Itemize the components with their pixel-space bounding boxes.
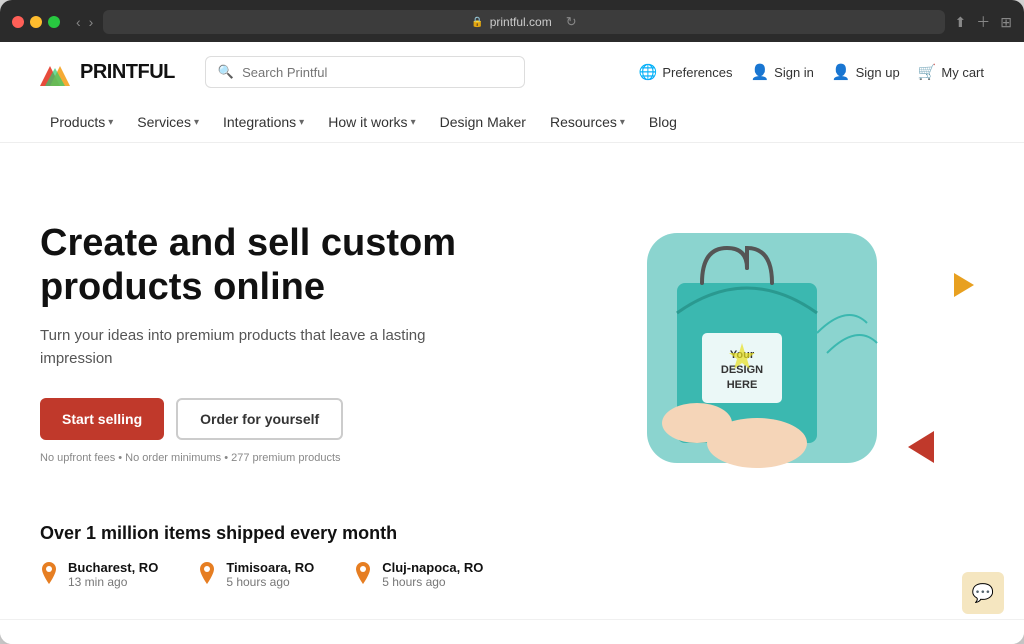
triangle-right-deco xyxy=(934,273,974,357)
cluj-city: Cluj-napoca, RO xyxy=(382,560,483,575)
nav-services-label: Services xyxy=(137,114,191,130)
nav-item-design-maker[interactable]: Design Maker xyxy=(430,102,536,142)
integrations-chevron-icon: ▾ xyxy=(299,117,304,128)
location-bucharest-info: Bucharest, RO 13 min ago xyxy=(68,560,158,589)
nav-howitworks-label: How it works xyxy=(328,114,407,130)
location-timisoara: Timisoara, RO 5 hours ago xyxy=(198,560,314,589)
shipping-section: Over 1 million items shipped every month… xyxy=(0,523,1024,619)
signup-label: Sign up xyxy=(856,65,900,80)
extensions-button[interactable]: ⊞ xyxy=(1000,14,1012,31)
nav-resources-label: Resources xyxy=(550,114,617,130)
start-selling-button[interactable]: Start selling xyxy=(40,398,164,440)
services-chevron-icon: ▾ xyxy=(194,117,199,128)
nav-products-label: Products xyxy=(50,114,105,130)
url-text: printful.com xyxy=(490,15,552,29)
location-cluj-info: Cluj-napoca, RO 5 hours ago xyxy=(382,560,483,589)
products-chevron-icon: ▾ xyxy=(108,117,113,128)
search-icon: 🔍 xyxy=(218,64,234,80)
order-yourself-button[interactable]: Order for yourself xyxy=(176,398,343,440)
cart-link[interactable]: 🛒 My cart xyxy=(918,63,984,81)
bottom-section: How you can fulfill your ideas with Prin… xyxy=(0,619,1024,644)
lock-icon: 🔒 xyxy=(471,17,483,28)
triangle-left-deco xyxy=(908,431,934,463)
nav-item-products[interactable]: Products ▾ xyxy=(40,102,123,142)
cluj-time: 5 hours ago xyxy=(382,575,483,589)
chat-button[interactable]: 💬 xyxy=(962,572,1004,614)
signin-link[interactable]: 👤 Sign in xyxy=(750,63,813,81)
logo-link[interactable]: PRINTFUL xyxy=(40,58,175,86)
bucharest-time: 13 min ago xyxy=(68,575,158,589)
resources-chevron-icon: ▾ xyxy=(620,117,625,128)
close-button[interactable] xyxy=(12,16,24,28)
signup-link[interactable]: 👤 Sign up xyxy=(832,63,900,81)
minimize-button[interactable] xyxy=(30,16,42,28)
header-actions: 🌐 Preferences 👤 Sign in 👤 Sign up 🛒 My c… xyxy=(639,63,984,81)
forward-button[interactable]: › xyxy=(89,14,94,30)
browser-chrome: ‹ › 🔒 printful.com ↻ ⬆ ＋ ⊞ xyxy=(0,0,1024,42)
howitworks-chevron-icon: ▾ xyxy=(411,117,416,128)
signin-label: Sign in xyxy=(774,65,814,80)
logo-text: PRINTFUL xyxy=(80,61,175,84)
page-content: PRINTFUL 🔍 🌐 Preferences 👤 Sign in xyxy=(0,42,1024,644)
nav-designmaker-label: Design Maker xyxy=(440,114,526,130)
preferences-link[interactable]: 🌐 Preferences xyxy=(639,63,733,81)
refresh-icon[interactable]: ↻ xyxy=(566,14,577,30)
hero-title: Create and sell custom products online xyxy=(40,222,460,309)
nav-item-services[interactable]: Services ▾ xyxy=(127,102,209,142)
cart-label: My cart xyxy=(941,65,984,80)
cart-icon: 🛒 xyxy=(918,63,937,81)
pin-icon-timisoara xyxy=(198,562,216,584)
user-plus-icon: 👤 xyxy=(832,63,851,81)
svg-text:DESIGN: DESIGN xyxy=(721,364,763,376)
globe-icon: 🌐 xyxy=(639,63,658,81)
search-bar[interactable]: 🔍 xyxy=(205,56,525,88)
pin-icon-cluj xyxy=(354,562,372,584)
nav-item-how-it-works[interactable]: How it works ▾ xyxy=(318,102,425,142)
hero-section: Create and sell custom products online T… xyxy=(0,143,1024,523)
location-bucharest: Bucharest, RO 13 min ago xyxy=(40,560,158,589)
header-top: PRINTFUL 🔍 🌐 Preferences 👤 Sign in xyxy=(40,42,984,102)
browser-actions: ⬆ ＋ ⊞ xyxy=(955,12,1012,32)
timisoara-city: Timisoara, RO xyxy=(226,560,314,575)
pin-icon-bucharest xyxy=(40,562,58,584)
location-timisoara-info: Timisoara, RO 5 hours ago xyxy=(226,560,314,589)
shipping-title: Over 1 million items shipped every month xyxy=(40,523,984,544)
logo-icon xyxy=(40,58,72,86)
chat-icon: 💬 xyxy=(972,583,994,604)
user-icon: 👤 xyxy=(750,63,769,81)
hero-footnote: No upfront fees • No order minimums • 27… xyxy=(40,452,460,464)
back-button[interactable]: ‹ xyxy=(76,14,81,30)
nav-item-integrations[interactable]: Integrations ▾ xyxy=(213,102,314,142)
traffic-lights xyxy=(12,16,60,28)
nav-item-resources[interactable]: Resources ▾ xyxy=(540,102,635,142)
new-tab-button[interactable]: ＋ xyxy=(976,12,990,32)
hero-content: Create and sell custom products online T… xyxy=(40,222,460,464)
browser-window: ‹ › 🔒 printful.com ↻ ⬆ ＋ ⊞ xyxy=(0,0,1024,644)
site-header: PRINTFUL 🔍 🌐 Preferences 👤 Sign in xyxy=(0,42,1024,143)
shipping-locations: Bucharest, RO 13 min ago Timisoara, RO 5… xyxy=(40,560,984,589)
hero-subtitle: Turn your ideas into premium products th… xyxy=(40,325,460,370)
address-bar[interactable]: 🔒 printful.com ↻ xyxy=(103,10,944,34)
location-cluj: Cluj-napoca, RO 5 hours ago xyxy=(354,560,483,589)
nav-blog-label: Blog xyxy=(649,114,677,130)
preferences-label: Preferences xyxy=(662,65,732,80)
svg-text:HERE: HERE xyxy=(727,379,758,391)
maximize-button[interactable] xyxy=(48,16,60,28)
search-input[interactable] xyxy=(242,65,512,80)
share-button[interactable]: ⬆ xyxy=(955,14,967,31)
hero-image-area: Your DESIGN HERE xyxy=(500,193,984,493)
nav-item-blog[interactable]: Blog xyxy=(639,102,687,142)
bucharest-city: Bucharest, RO xyxy=(68,560,158,575)
nav-integrations-label: Integrations xyxy=(223,114,296,130)
site-nav: Products ▾ Services ▾ Integrations ▾ How… xyxy=(40,102,984,142)
hero-buttons: Start selling Order for yourself xyxy=(40,398,460,440)
hero-visual-svg: Your DESIGN HERE xyxy=(587,203,897,483)
timisoara-time: 5 hours ago xyxy=(226,575,314,589)
browser-nav-controls: ‹ › xyxy=(76,14,93,30)
